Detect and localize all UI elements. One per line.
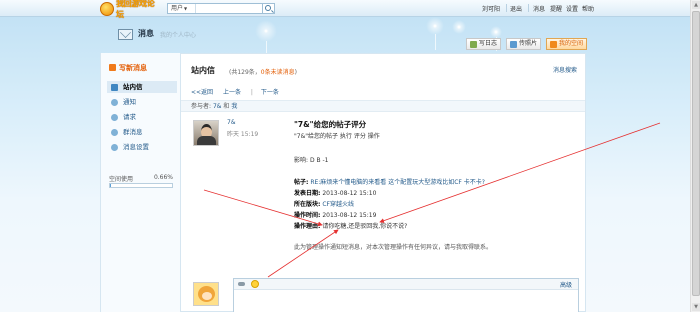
reason-line: 操作理由: 请你吃糖,还是驳回我,你说不说? [294,223,408,230]
logout-link[interactable]: 退出 [510,4,522,13]
message-subject: "7&"给您的帖子评分 [294,120,367,129]
sidebar-item-settings[interactable]: 消息设置 [107,141,177,153]
space-usage-percent: 0.66% [153,174,173,181]
page-subtitle: 我的个人中心 [160,32,197,39]
request-icon [111,114,118,121]
dandelion-decoration [426,17,444,35]
scroll-thumb[interactable] [692,11,700,296]
mail-icon [118,29,133,40]
optime-line: 操作时间: 2013-08-12 15:19 [294,212,377,219]
user-link[interactable]: 刘可阳 [482,4,500,13]
search-input[interactable]: 用户▼ [167,3,263,14]
participant-self[interactable]: 我 [231,103,237,110]
dandelion-decoration [452,20,466,34]
post-line: 帖子: RE:麻烦来个懂电脑的来看看 这个配置玩大型游戏比如CF 卡不卡? [294,179,485,186]
message-time: 昨天 15:19 [227,131,259,138]
my-avatar [193,282,219,306]
message-count: (共129条，0条未读消息) [229,69,297,76]
space-usage-label: 空间使用 [109,176,134,183]
page-title: 消息 [138,29,154,38]
group-icon [111,129,118,136]
home-icon [550,41,557,48]
search-button[interactable] [263,3,275,14]
divider [528,4,529,12]
dandelion-decoration [255,20,277,42]
edit-icon [470,41,477,48]
write-blog-button[interactable]: 写日志 [466,38,502,50]
forum-line: 所在版块: CF穿越火线 [294,201,354,208]
back-link[interactable]: <<返回 [191,89,213,96]
sender-name[interactable]: 7& [227,119,236,126]
message-panel: 站内信 (共129条，0条未读消息) 消息搜索 <<返回 上一条 | 下一条 参… [180,53,586,312]
divider [506,4,507,12]
search-scope-select[interactable]: 用户▼ [168,4,196,13]
bell-icon [111,99,118,106]
message-footer: 此为管理操作通知短消息，对本次管理操作有任何异议，请与我取得联系。 [294,244,493,251]
sidebar-item-group[interactable]: 群消息 [107,126,177,138]
gear-icon [111,144,118,151]
sender-avatar[interactable] [193,120,219,146]
post-link[interactable]: RE:麻烦来个懂电脑的来看看 这个配置玩大型游戏比如CF 卡不卡? [310,179,485,186]
top-bar: 我回游戏论坛 用户▼ 刘可阳 退出 消息 提醒 设置 帮助 [0,0,690,19]
search-icon [265,5,271,11]
reply-textarea[interactable]: 高级 [233,278,579,312]
rating-line: 影响: D B -1 [294,157,329,164]
message-summary: "7&"给您的帖子 执行 评分 操作 [294,133,380,140]
space-usage-bar [109,183,173,188]
next-link[interactable]: 下一条 [261,89,279,96]
space-usage: 空间使用 0.66% [109,174,173,188]
write-message-button[interactable]: 写新消息 [109,63,147,73]
date-line: 发表日期: 2013-08-12 15:10 [294,190,377,197]
logo-badge-icon [100,1,114,16]
scroll-up-icon[interactable]: ▲ [692,1,700,9]
settings-link[interactable]: 设置 [566,4,578,13]
message-pager: <<返回 上一条 | 下一条 [191,87,287,96]
participant-link[interactable]: 7& [213,103,222,110]
divider: | [250,89,253,96]
my-space-button[interactable]: 我的空间 [546,38,588,50]
forum-link[interactable]: CF穿越火线 [322,201,354,208]
prev-link[interactable]: 上一条 [223,89,241,96]
vertical-scrollbar[interactable]: ▲ ▼ [690,0,700,312]
space-usage-fill [110,184,111,187]
scroll-down-icon[interactable]: ▼ [692,303,700,311]
reply-toolbar: 高级 [234,279,578,290]
message-search-link[interactable]: 消息搜索 [553,65,577,74]
dandelion-stem [435,34,436,50]
panel-title: 站内信 [191,66,215,75]
site-logo[interactable]: 我回游戏论坛 [100,0,162,19]
messages-link[interactable]: 消息 [533,4,545,13]
advanced-mode-link[interactable]: 高级 [560,280,572,289]
chevron-down-icon: ▼ [184,6,188,11]
compose-icon [109,64,116,71]
unread-count: 0条未读消息 [260,69,295,76]
emoji-icon[interactable] [251,280,259,288]
sidebar-item-inbox[interactable]: 站内信 [107,81,177,93]
upload-photo-button[interactable]: 传照片 [506,38,542,50]
link-icon[interactable] [238,282,245,286]
notice-link[interactable]: 提醒 [550,4,562,13]
sidebar: 写新消息 站内信 通知 请求 群消息 消息设置 空间使用 0.66% [100,53,180,312]
photo-icon [510,41,517,48]
logo-text: 我回游戏论坛 [115,0,155,19]
help-link[interactable]: 帮助 [582,4,594,13]
participants-bar: 参与者: 7& 和 我 [181,100,585,112]
mail-icon [111,84,118,91]
sidebar-item-request[interactable]: 请求 [107,111,177,123]
sidebar-item-notice[interactable]: 通知 [107,96,177,108]
